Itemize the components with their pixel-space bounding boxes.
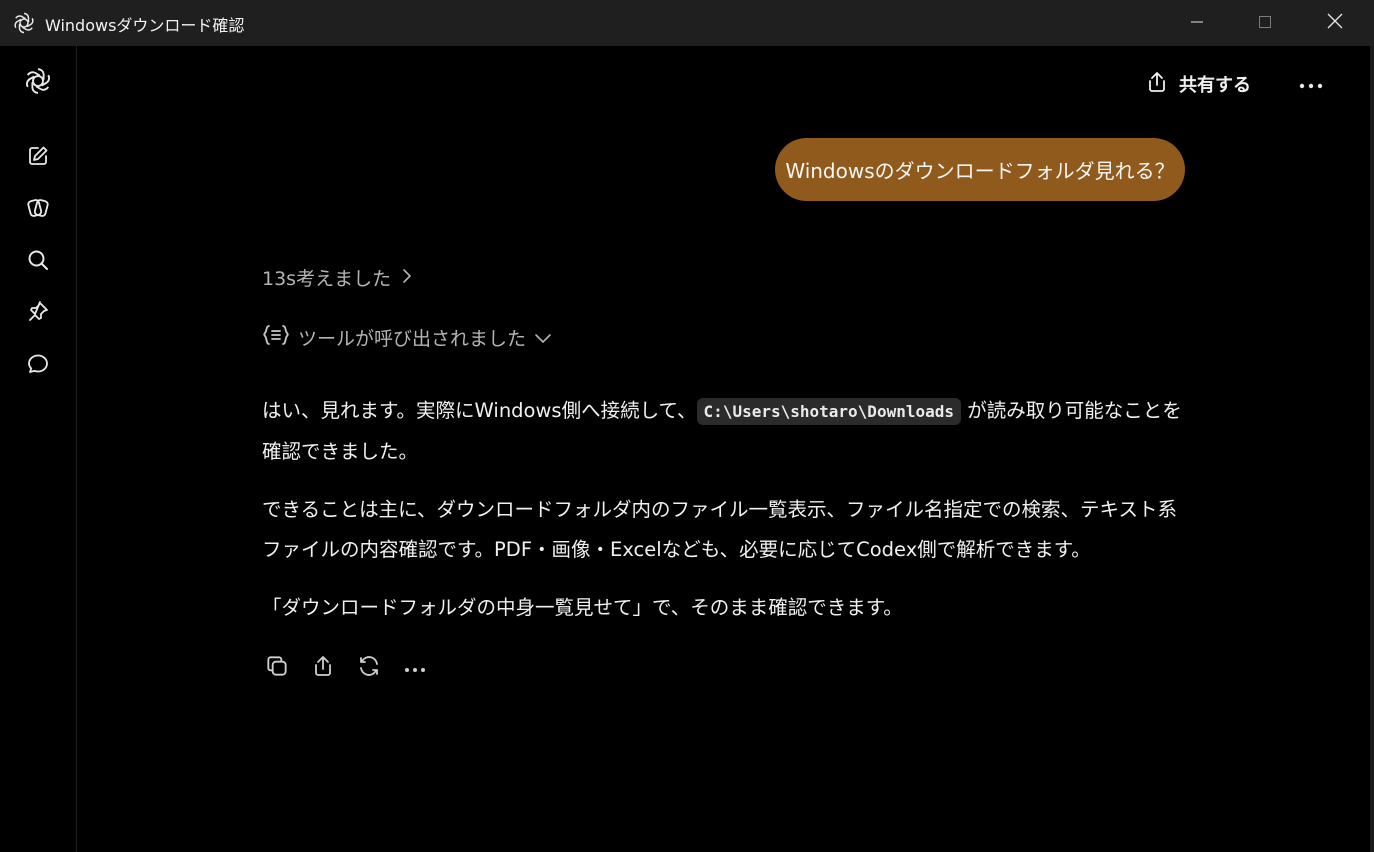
share-message-button[interactable] <box>308 653 338 683</box>
sidebar-item-pinned[interactable] <box>19 295 57 333</box>
gpts-icon <box>25 195 51 225</box>
regenerate-button[interactable] <box>354 653 384 683</box>
thought-summary-toggle[interactable]: 13s考えました <box>262 264 413 291</box>
user-message-text: Windowsのダウンロードフォルダ見れる？ <box>785 159 1175 183</box>
app-window: Windowsダウンロード確認 共有する Windowsのダウンロードフォルダ見… <box>0 0 1374 852</box>
window-title: Windowsダウンロード確認 <box>45 16 245 35</box>
sidebar-item-gpts[interactable] <box>19 191 57 229</box>
thought-label: 13s考えました <box>262 268 392 290</box>
more-options-button[interactable] <box>1295 68 1327 100</box>
window-edge <box>1370 46 1374 852</box>
title-bar[interactable]: Windowsダウンロード確認 <box>0 0 1374 46</box>
share-icon <box>1145 70 1169 99</box>
refresh-icon <box>357 654 381 682</box>
chevron-right-icon <box>401 267 413 289</box>
tool-label: ツールが呼び出されました <box>298 328 527 350</box>
maximize-icon <box>1258 14 1272 33</box>
close-icon <box>1327 13 1343 33</box>
chevron-down-icon <box>534 327 552 349</box>
tool-braces-icon <box>262 324 290 351</box>
sidebar-item-new-chat[interactable] <box>19 139 57 177</box>
maximize-button[interactable] <box>1230 0 1300 46</box>
sidebar-item-home[interactable] <box>19 64 57 102</box>
assistant-answer: はい、見れます。実際にWindows側へ接続して、 C:\Users\shotar… <box>262 391 1192 646</box>
new-chat-icon <box>26 144 50 172</box>
answer-paragraph: 「ダウンロードフォルダの中身一覧見せて」で、そのまま確認できます。 <box>262 596 903 619</box>
answer-paragraph: はい、見れます。実際にWindows側へ接続して、 C:\Users\shotar… <box>262 391 1192 472</box>
sidebar-item-search[interactable] <box>19 243 57 281</box>
more-horizontal-icon <box>403 659 427 678</box>
answer-paragraph: できることは主に、ダウンロードフォルダ内のファイル一覧表示、ファイル名指定での検… <box>262 498 1177 561</box>
copy-icon <box>264 653 290 683</box>
main-panel: 共有する Windowsのダウンロードフォルダ見れる？ 13s考えました ツール… <box>77 46 1370 852</box>
search-icon <box>26 248 50 276</box>
inline-code-path: C:\Users\shotaro\Downloads <box>696 398 961 425</box>
chatgpt-logo-icon <box>12 11 36 35</box>
share-label: 共有する <box>1179 75 1251 96</box>
chatgpt-logo-icon <box>23 66 53 100</box>
minimize-icon <box>1190 14 1204 33</box>
user-message-bubble: Windowsのダウンロードフォルダ見れる？ <box>775 138 1185 201</box>
share-icon <box>311 654 335 682</box>
answer-text: はい、見れます。実際にWindows側へ接続して、 <box>262 399 697 422</box>
message-actions <box>262 653 430 683</box>
share-button[interactable]: 共有する <box>1145 68 1251 100</box>
more-actions-button[interactable] <box>400 653 430 683</box>
pin-icon <box>26 300 50 328</box>
sidebar-item-chats[interactable] <box>19 347 57 385</box>
chat-bubble-icon <box>26 352 50 380</box>
more-horizontal-icon <box>1298 75 1324 94</box>
close-button[interactable] <box>1300 0 1370 46</box>
copy-button[interactable] <box>262 653 292 683</box>
tool-call-toggle[interactable]: ツールが呼び出されました <box>262 324 552 351</box>
sidebar <box>0 46 77 852</box>
minimize-button[interactable] <box>1162 0 1232 46</box>
